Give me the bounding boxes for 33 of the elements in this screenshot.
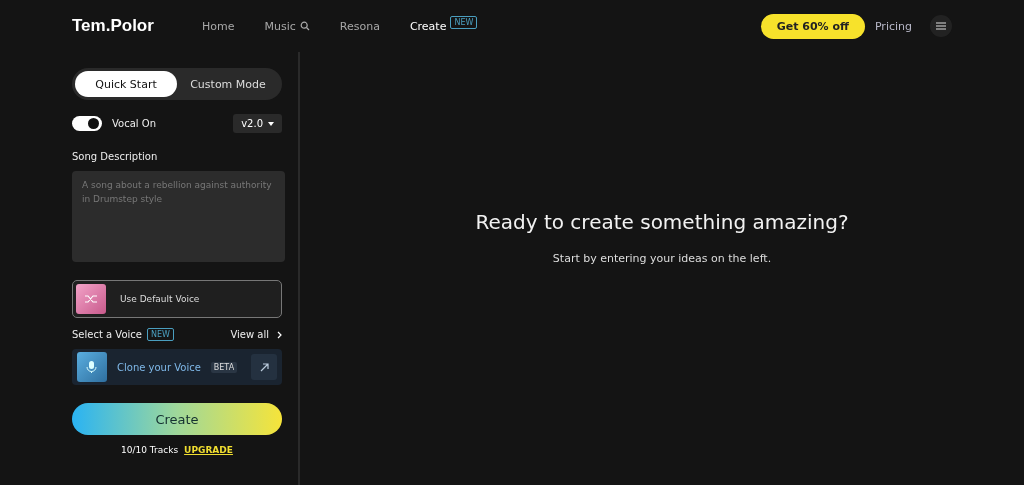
nav-link[interactable]: Home xyxy=(202,19,235,33)
clone-voice-card[interactable]: Clone your Voice BETA xyxy=(72,349,282,385)
new-badge: NEW xyxy=(146,328,174,341)
open-button[interactable] xyxy=(251,354,277,380)
version-dropdown[interactable]: v2.0 xyxy=(233,114,282,133)
menu-icon xyxy=(936,22,946,30)
discount-button[interactable]: Get 60% off xyxy=(760,13,865,39)
tracks-count: 10/10 Tracks xyxy=(121,445,179,455)
search-icon xyxy=(299,21,310,31)
vocal-toggle[interactable] xyxy=(72,116,102,131)
beta-badge: BETA xyxy=(210,361,238,373)
view-all-link[interactable]: View all xyxy=(230,329,269,340)
menu-button[interactable] xyxy=(930,15,952,37)
microphone-icon xyxy=(77,352,107,382)
select-voice-label: Select a Voice xyxy=(72,329,142,340)
upgrade-link[interactable]: UPGRADE xyxy=(184,445,233,455)
create-button[interactable]: Create xyxy=(72,403,282,435)
logo[interactable]: Tem.Polor xyxy=(72,16,202,36)
arrow-icon xyxy=(259,362,269,372)
caret-icon xyxy=(268,121,274,126)
new-badge: NEW xyxy=(450,15,478,29)
description-label: Song Description xyxy=(72,151,159,162)
vocal-label: Vocal On xyxy=(112,118,156,129)
nav-link[interactable]: Music xyxy=(264,19,310,33)
nav-link[interactable]: Resona xyxy=(339,19,380,33)
mode-tab[interactable]: Custom Mode xyxy=(177,71,279,97)
shuffle-icon xyxy=(76,284,106,314)
empty-state-subtitle: Start by entering your ideas on the left. xyxy=(552,252,772,265)
mode-tab[interactable]: Quick Start xyxy=(75,71,177,97)
empty-state-title: Ready to create something amazing? xyxy=(475,210,849,234)
chevron-right-icon xyxy=(277,330,282,339)
default-voice-card[interactable]: Use Default Voice xyxy=(72,280,282,318)
pricing-link[interactable]: Pricing xyxy=(874,19,912,33)
